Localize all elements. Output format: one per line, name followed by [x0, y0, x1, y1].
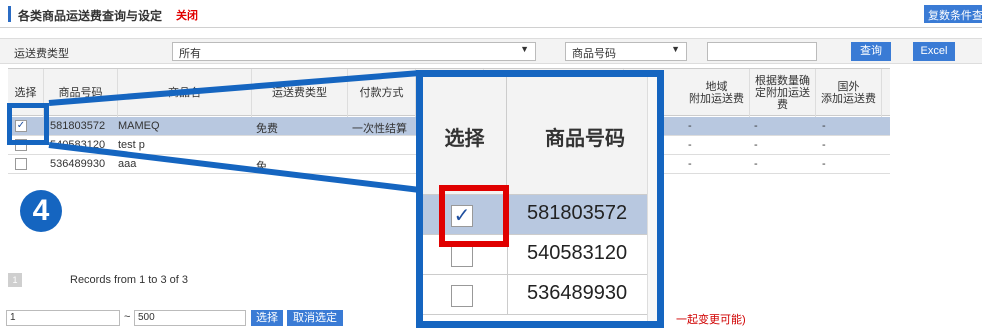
- shipping-type-value: 所有: [179, 48, 201, 60]
- chevron-down-icon: ▼: [520, 44, 529, 54]
- col-foreign-fee: 国外 添加运送费: [816, 69, 882, 117]
- page-number-button[interactable]: 1: [8, 273, 22, 287]
- chevron-down-icon: ▼: [671, 44, 680, 54]
- quantity-fee: -: [754, 120, 758, 132]
- product-no: 540583120: [50, 139, 106, 151]
- region-fee: -: [688, 120, 692, 132]
- row-checkbox[interactable]: [15, 158, 27, 170]
- zoom-product-no: 536489930: [527, 282, 628, 304]
- zoom-col-product-no: 商品号码: [545, 127, 625, 150]
- title-accent-bar: [8, 6, 11, 22]
- product-name: aaa: [118, 158, 137, 170]
- search-field-select[interactable]: 商品号码 ▼: [565, 42, 687, 61]
- zoom-product-no: 581803572: [527, 202, 628, 224]
- page-header: 各类商品运送费查询与设定 关闭 复数条件查询: [0, 0, 982, 28]
- region-fee: -: [688, 158, 692, 170]
- col-product-name: 商品名: [118, 69, 252, 117]
- excel-button[interactable]: Excel: [913, 42, 955, 61]
- divider: [507, 275, 508, 315]
- col-product-no: 商品号码: [44, 69, 118, 117]
- zoom-edge: [647, 77, 657, 321]
- change-note: 一起变更可能): [676, 314, 746, 326]
- product-name: MAMEQ: [118, 120, 160, 132]
- product-no: 536489930: [50, 158, 106, 170]
- shipping-type-label: 运送费类型: [14, 48, 69, 60]
- product-no: 581803572: [50, 120, 106, 132]
- foreign-fee: -: [822, 158, 826, 170]
- shipping-type-select[interactable]: 所有 ▼: [172, 42, 536, 61]
- col-quantity-fee: 根据数量确 定附加运送 费: [750, 69, 816, 117]
- shipping-type: 免费: [256, 123, 278, 135]
- payment-method: 一次性结算: [352, 123, 407, 135]
- deselect-button[interactable]: 取消选定: [287, 310, 343, 326]
- search-field-value: 商品号码: [572, 48, 616, 60]
- search-input[interactable]: [707, 42, 817, 61]
- highlight-box: [439, 185, 509, 247]
- zoom-product-no: 540583120: [527, 242, 628, 264]
- checkbox-icon[interactable]: [451, 285, 473, 307]
- select-button[interactable]: 选择: [251, 310, 283, 326]
- col-region-fee: 地域 附加运送费: [684, 69, 750, 117]
- filter-bar: 运送费类型 所有 ▼ 商品号码 ▼ 查询 Excel: [0, 38, 982, 64]
- shipping-type: 免: [256, 161, 267, 173]
- range-to-input[interactable]: 500: [134, 310, 246, 326]
- zoom-header: 选择 商品号码: [423, 77, 657, 195]
- range-separator: ~: [124, 311, 131, 323]
- product-name: test p: [118, 139, 145, 151]
- zoom-callout: 选择 商品号码 ✓ 581803572 540583120 536489930: [416, 70, 664, 328]
- quantity-fee: -: [754, 158, 758, 170]
- records-count: Records from 1 to 3 of 3: [70, 274, 188, 286]
- search-button[interactable]: 查询: [851, 42, 891, 61]
- quantity-fee: -: [754, 139, 758, 151]
- region-fee: -: [688, 139, 692, 151]
- col-payment: 付款方式: [348, 69, 416, 117]
- foreign-fee: -: [822, 120, 826, 132]
- zoom-row[interactable]: 536489930: [423, 275, 657, 315]
- page-title: 各类商品运送费查询与设定: [18, 9, 163, 23]
- close-link[interactable]: 关闭: [176, 7, 198, 23]
- checkbox-icon[interactable]: [451, 245, 473, 267]
- range-from-input[interactable]: 1: [6, 310, 120, 326]
- foreign-fee: -: [822, 139, 826, 151]
- zoom-col-select: 选择: [423, 77, 507, 195]
- col-shipping-type: 运送费类型: [252, 69, 348, 117]
- multi-condition-search-button[interactable]: 复数条件查询: [924, 5, 982, 23]
- callout-source-frame: [7, 103, 49, 145]
- step-number-badge: 4: [20, 190, 62, 232]
